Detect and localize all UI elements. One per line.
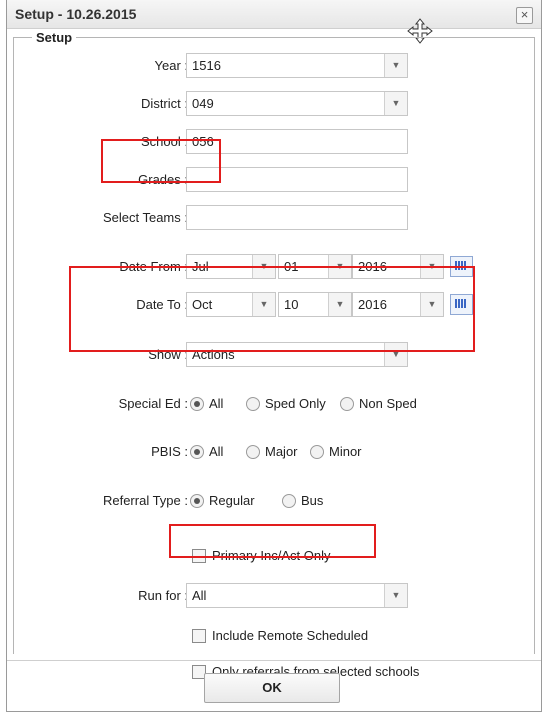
special-ed-row: Special Ed : All Sped Only Non Sped xyxy=(14,390,534,418)
district-select[interactable]: 049 ▼ xyxy=(186,91,408,116)
chevron-down-icon: ▼ xyxy=(384,92,407,115)
referral-type-regular-label: Regular xyxy=(209,493,255,508)
ok-button[interactable]: OK xyxy=(204,673,340,703)
pbis-major-label: Major xyxy=(265,444,298,459)
primary-inc-act-highlight xyxy=(169,524,376,558)
pbis-label: PBIS : xyxy=(151,444,188,459)
dialog-title: Setup - 10.26.2015 xyxy=(15,6,137,22)
chevron-down-icon: ▼ xyxy=(384,54,407,77)
chevron-down-icon: ▼ xyxy=(384,584,407,607)
special-ed-sped-only-radio[interactable] xyxy=(246,397,260,411)
pbis-all-label: All xyxy=(209,444,224,459)
school-highlight xyxy=(101,139,221,183)
date-range-highlight xyxy=(69,266,475,352)
referral-type-regular-radio[interactable] xyxy=(190,494,204,508)
run-for-select[interactable]: All ▼ xyxy=(186,583,408,608)
referral-type-bus-radio[interactable] xyxy=(282,494,296,508)
pbis-minor-radio[interactable] xyxy=(310,445,324,459)
special-ed-all-radio[interactable] xyxy=(190,397,204,411)
close-button[interactable]: × xyxy=(516,7,533,24)
year-label: Year : xyxy=(154,58,189,73)
setup-dialog: Setup - 10.26.2015 × Setup Year : 1516 ▼… xyxy=(6,0,542,712)
year-row: Year : 1516 ▼ xyxy=(14,52,534,80)
special-ed-label: Special Ed : xyxy=(118,396,188,411)
run-for-label: Run for : xyxy=(138,588,188,603)
include-remote-checkbox[interactable] xyxy=(192,629,206,643)
district-value: 049 xyxy=(192,96,214,111)
special-ed-all-label: All xyxy=(209,396,224,411)
referral-type-bus-label: Bus xyxy=(301,493,324,508)
run-for-row: Run for : All ▼ xyxy=(14,582,534,610)
special-ed-non-sped-radio[interactable] xyxy=(340,397,354,411)
include-remote-label: Include Remote Scheduled xyxy=(212,628,369,643)
footer-divider xyxy=(7,660,541,661)
remote-row: Include Remote Scheduled xyxy=(14,622,534,650)
year-value: 1516 xyxy=(192,58,221,73)
pbis-row: PBIS : All Major Minor xyxy=(14,438,534,466)
referral-type-label: Referral Type : xyxy=(102,493,188,508)
year-select[interactable]: 1516 ▼ xyxy=(186,53,408,78)
select-teams-input[interactable] xyxy=(186,205,408,230)
school-row: School : 056 xyxy=(14,128,534,156)
title-bar[interactable]: Setup - 10.26.2015 × xyxy=(7,0,541,29)
referral-type-row: Referral Type : Regular Bus xyxy=(14,487,534,515)
setup-legend: Setup xyxy=(36,30,73,45)
select-teams-row: Select Teams : xyxy=(14,204,534,232)
special-ed-sped-only-label: Sped Only xyxy=(265,396,326,411)
pbis-major-radio[interactable] xyxy=(246,445,260,459)
district-row: District : 049 ▼ xyxy=(14,90,534,118)
run-for-value: All xyxy=(192,588,207,603)
pbis-all-radio[interactable] xyxy=(190,445,204,459)
pbis-minor-label: Minor xyxy=(329,444,362,459)
special-ed-non-sped-label: Non Sped xyxy=(359,396,417,411)
district-label: District : xyxy=(141,96,188,111)
grades-row: Grades : xyxy=(14,166,534,194)
select-teams-label: Select Teams : xyxy=(102,210,188,225)
